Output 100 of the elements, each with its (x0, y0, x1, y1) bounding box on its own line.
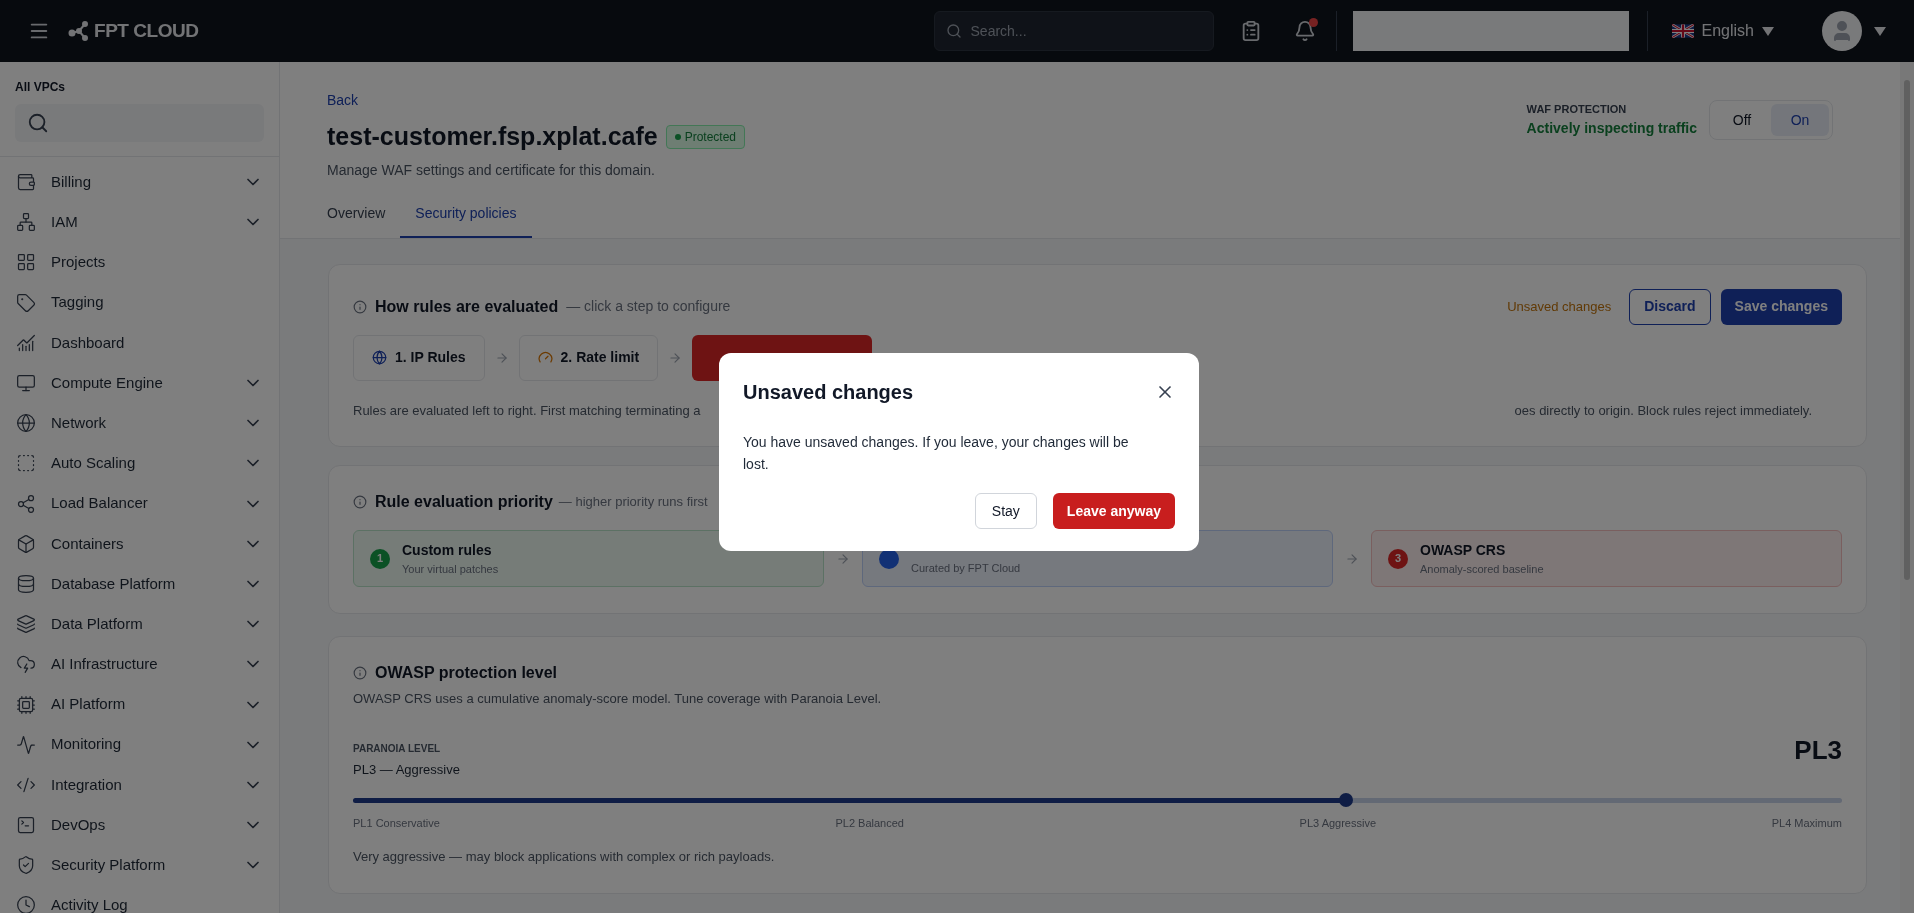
search-icon (945, 23, 962, 39)
notification-icon[interactable] (1293, 20, 1316, 42)
sidebar-item[interactable]: Projects (0, 242, 279, 283)
menu-item-icon (16, 815, 36, 836)
card-title: OWASP protection level (375, 663, 557, 683)
tick-label: PL2 Balanced (835, 815, 904, 831)
tier-title: OWASP CRS (1420, 540, 1507, 560)
sidebar-item[interactable]: AI Platform (0, 684, 279, 725)
info-icon (353, 666, 367, 680)
slider-thumb[interactable] (1339, 793, 1354, 807)
description-text: oes directly to origin. Block rules reject immediately. (1514, 401, 1812, 420)
status-badge: Protected (665, 124, 746, 149)
sidebar-item[interactable]: Network (0, 403, 279, 444)
menu-item-icon (16, 332, 36, 353)
dialog-title: Unsaved changes (743, 380, 914, 405)
vpc-search-field[interactable] (15, 104, 264, 142)
sidebar-item[interactable]: Load Balancer (0, 483, 279, 524)
leave-button[interactable]: Leave anyway (1052, 493, 1175, 529)
tier-subtitle: Curated by FPT Cloud (911, 561, 1021, 577)
flag-icon (1671, 24, 1694, 38)
menu-item-icon (16, 654, 36, 675)
sidebar-item[interactable]: Monitoring (0, 724, 279, 765)
tab[interactable]: Overview (312, 202, 401, 238)
menu-item-icon (16, 453, 36, 474)
sidebar-item[interactable]: Containers (0, 523, 279, 564)
level-label: PL3 (1794, 733, 1842, 767)
back-link[interactable]: Back (327, 92, 359, 108)
menu-item-icon (16, 292, 36, 313)
avatar[interactable] (1822, 11, 1886, 51)
menu-item-icon (16, 614, 36, 635)
search-icon (27, 112, 49, 134)
tier-number: 3 (1388, 548, 1408, 569)
page-subtitle: Manage WAF settings and certificate for this domain. (327, 160, 656, 180)
waf-status: Actively inspecting traffic (1526, 118, 1697, 138)
gauge-icon (537, 350, 553, 365)
tick-label: PL3 Aggressive (1299, 815, 1377, 831)
sidebar-item[interactable]: Billing (0, 162, 279, 203)
sidebar-item[interactable]: Auto Scaling (0, 443, 279, 484)
tier-subtitle: Your virtual patches (402, 561, 499, 577)
tier-number: 1 (370, 548, 390, 569)
stay-button[interactable]: Stay (974, 493, 1037, 529)
tick-label: PL1 Conservative (353, 815, 440, 831)
search-field[interactable]: Search... (933, 11, 1214, 51)
menu-item-icon (16, 533, 36, 554)
menu-item-icon (16, 694, 36, 715)
menu-item-icon (16, 172, 36, 193)
step-button[interactable]: 1. IP Rules (353, 334, 485, 381)
menu-item-icon (16, 413, 36, 434)
tier-title: Custom rules (402, 540, 493, 560)
menu-item-icon (16, 573, 36, 594)
brand-name: FPT CLOUD (94, 18, 199, 43)
sidebar-item[interactable]: Tagging (0, 282, 279, 323)
sidebar-item[interactable]: DevOps (0, 805, 279, 846)
tab[interactable]: Security policies (400, 202, 532, 238)
sidebar-item[interactable]: Data Platform (0, 604, 279, 645)
sidebar-item[interactable]: Integration (0, 764, 279, 805)
toggle-option[interactable]: On (1771, 104, 1829, 136)
level-note: Very aggressive — may block applications with complex or rich payloads. (353, 848, 776, 866)
step-button[interactable]: 2. Rate limit (518, 334, 659, 381)
arrow-icon (494, 350, 509, 365)
description-text: Rules are evaluated left to right. First matching terminating a (353, 401, 701, 420)
arrow-icon (668, 350, 683, 365)
save-button[interactable]: Save changes (1720, 288, 1842, 325)
sidebar-item[interactable]: AI Infrastructure (0, 644, 279, 685)
menu-item-icon (16, 252, 36, 273)
menu-item-icon (16, 734, 36, 755)
sidebar-item[interactable]: Activity Log (0, 885, 279, 913)
paranoia-label: PARANOIA LEVEL (353, 742, 442, 756)
sidebar-item[interactable]: Security Platform (0, 845, 279, 886)
card-description: OWASP CRS uses a cumulative anomaly-score model. Tune coverage with Paranoia Level. (353, 690, 883, 708)
sidebar-item[interactable]: Compute Engine (0, 362, 279, 404)
sidebar-item[interactable]: Dashboard (0, 322, 279, 363)
tick-label: PL4 Maximum (1771, 815, 1842, 831)
vpc-label: All VPCs (15, 79, 66, 96)
logo-icon (68, 21, 90, 41)
info-icon (353, 495, 367, 509)
waf-label: WAF PROTECTION (1526, 102, 1628, 118)
menu-item-icon (16, 373, 36, 394)
paranoia-value: PL3 — Aggressive (353, 761, 460, 779)
info-icon (353, 299, 367, 314)
unsaved-label: Unsaved changes (1507, 297, 1612, 316)
tier-subtitle: Anomaly-scored baseline (1420, 561, 1544, 577)
card-hint: — click a step to configure (566, 297, 731, 316)
dialog-message: You have unsaved changes. If you leave, your changes will be lost. (743, 433, 1130, 474)
card-title: Rule evaluation priority (375, 492, 553, 512)
page-title: test-customer.fsp.xplat.cafe (327, 121, 658, 152)
scrollbar-thumb[interactable] (1904, 80, 1910, 580)
toggle-option[interactable]: Off (1713, 104, 1771, 136)
discard-button[interactable]: Discard (1629, 288, 1711, 325)
sidebar-item[interactable]: Database Platform (0, 563, 279, 605)
sidebar-item[interactable]: IAM (0, 202, 279, 243)
menu-item-icon (16, 212, 36, 233)
globe-icon (372, 350, 387, 365)
menu-item-icon (16, 895, 36, 913)
language-selector[interactable]: English (1671, 19, 1774, 43)
menu-item-icon (16, 493, 36, 514)
arrow-icon (836, 551, 850, 566)
card-title: How rules are evaluated (375, 296, 559, 317)
card-hint: — higher priority runs first (558, 493, 708, 512)
menu-item-icon (16, 855, 36, 876)
